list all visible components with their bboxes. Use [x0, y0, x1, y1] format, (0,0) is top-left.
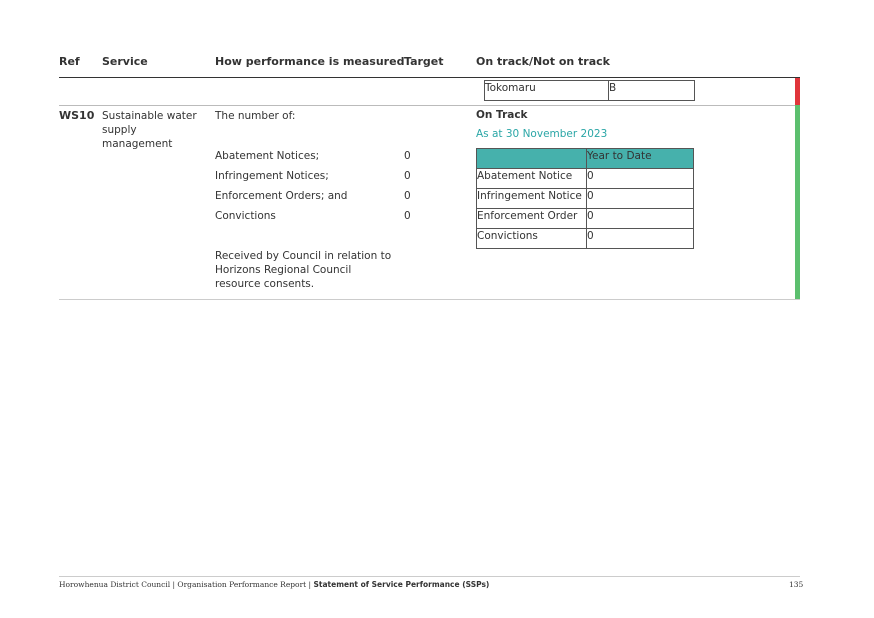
- status-label: On Track: [476, 109, 528, 121]
- table-cell-name: Abatement Notice: [476, 168, 587, 189]
- measure-target: 0: [404, 190, 411, 202]
- measure-target: 0: [404, 150, 411, 162]
- measure-label: Convictions: [215, 210, 276, 222]
- header-measure: How performance is measured: [215, 55, 405, 68]
- table-cell-value: B: [608, 80, 695, 101]
- as-at-date: As at 30 November 2023: [476, 128, 608, 140]
- table-row: Enforcement Order 0: [476, 208, 694, 229]
- measure-note: Received by Council in relation to Horiz…: [215, 250, 392, 290]
- tokomaru-table: Tokomaru B: [484, 80, 695, 101]
- table-header-cell: Year to Date: [586, 148, 694, 169]
- table-row: Infringement Notice 0: [476, 188, 694, 209]
- results-table: Year to Date Abatement Notice 0 Infringe…: [476, 148, 694, 249]
- status-bar-red: [795, 78, 800, 105]
- table-cell-value: 0: [586, 168, 694, 189]
- row-divider: [59, 105, 800, 106]
- table-header-cell: [476, 148, 587, 169]
- measure-label: Abatement Notices;: [215, 150, 320, 162]
- measure-label: Enforcement Orders; and: [215, 190, 348, 202]
- table-cell-value: 0: [586, 188, 694, 209]
- header-rule: [59, 77, 800, 78]
- measure-target: 0: [404, 210, 411, 222]
- table-row: Tokomaru B: [484, 80, 695, 101]
- table-row: Convictions 0: [476, 228, 694, 249]
- measure-intro: The number of:: [215, 110, 296, 122]
- header-status: On track/Not on track: [476, 55, 610, 68]
- footer-title: Statement of Service Performance (SSPs): [313, 580, 490, 589]
- measure-target: 0: [404, 170, 411, 182]
- footer-org: Horowhenua District Council | Organisati…: [59, 580, 314, 589]
- footer-rule: [59, 576, 800, 577]
- row-ref: WS10: [59, 109, 95, 122]
- table-header-row: Year to Date: [476, 148, 694, 169]
- table-row: Abatement Notice 0: [476, 168, 694, 189]
- table-cell-value: 0: [586, 208, 694, 229]
- status-bar-green: [795, 105, 800, 300]
- measure-label: Infringement Notices;: [215, 170, 329, 182]
- table-cell-name: Enforcement Order: [476, 208, 587, 229]
- page-number: 135: [789, 580, 804, 589]
- header-ref: Ref: [59, 55, 80, 68]
- table-cell-name: Infringement Notice: [476, 188, 587, 209]
- footer-text: Horowhenua District Council | Organisati…: [59, 580, 489, 589]
- table-cell-name: Convictions: [476, 228, 587, 249]
- header-target: Target: [404, 55, 444, 68]
- table-cell-value: 0: [586, 228, 694, 249]
- row-bottom-rule: [59, 299, 800, 300]
- row-service: Sustainable water supply management: [102, 110, 197, 150]
- header-service: Service: [102, 55, 148, 68]
- table-cell-name: Tokomaru: [484, 80, 609, 101]
